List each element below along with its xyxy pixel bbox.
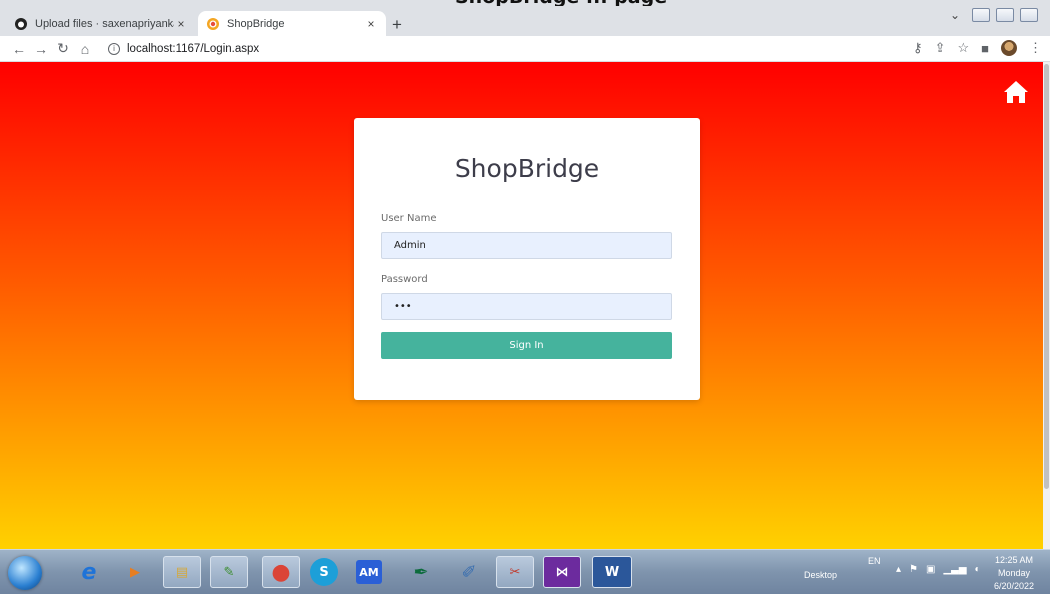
feather-app-icon[interactable]: ✒ bbox=[402, 556, 440, 588]
clock[interactable]: 12:25 AM Monday 6/20/2022 bbox=[988, 554, 1040, 593]
new-tab-button[interactable]: + bbox=[392, 15, 402, 35]
desktop-label: Desktop bbox=[804, 570, 838, 580]
url-field[interactable]: i localhost:1167/Login.aspx bbox=[108, 42, 260, 55]
flag-icon[interactable]: ▣ bbox=[926, 564, 935, 575]
clock-day: Monday bbox=[997, 568, 1031, 578]
minimize-button[interactable] bbox=[972, 8, 990, 22]
paint-icon[interactable]: ✎ bbox=[210, 556, 248, 588]
sidepanel-icon[interactable]: ■ bbox=[981, 41, 989, 56]
github-icon bbox=[14, 17, 28, 31]
file-explorer-icon[interactable]: ▤ bbox=[163, 556, 201, 588]
ie-icon[interactable]: e bbox=[70, 556, 108, 588]
language-indicator[interactable]: EN bbox=[868, 556, 881, 566]
address-bar: ← → ↻ ⌂ i localhost:1167/Login.aspx ⚷ ⇪ … bbox=[0, 36, 1050, 62]
skype-icon[interactable]: S bbox=[310, 558, 338, 586]
back-icon[interactable]: ← bbox=[8, 41, 30, 57]
username-input[interactable] bbox=[381, 232, 672, 259]
visual-studio-icon[interactable]: ⋈ bbox=[543, 556, 581, 588]
profile-avatar[interactable] bbox=[1001, 40, 1017, 56]
tray-expand-icon[interactable]: ▴ bbox=[896, 564, 901, 575]
tab-shopbridge[interactable]: ShopBridge × bbox=[198, 11, 386, 36]
clock-time: 12:25 AM bbox=[994, 555, 1034, 565]
url-text: localhost:1167/Login.aspx bbox=[127, 42, 260, 55]
network-icon[interactable]: ⚑ bbox=[909, 564, 918, 575]
bookmark-star-icon[interactable]: ☆ bbox=[957, 40, 969, 56]
tab-label: ShopBridge bbox=[227, 17, 285, 30]
am-icon[interactable]: AM bbox=[356, 560, 382, 584]
reload-icon[interactable]: ↻ bbox=[52, 40, 74, 57]
clock-date: 6/20/2022 bbox=[993, 581, 1035, 591]
chrome-icon[interactable]: ● bbox=[262, 556, 300, 588]
tab-upload-files[interactable]: Upload files · saxenapriyanka954 × bbox=[6, 11, 196, 36]
browser-tab-bar: Upload files · saxenapriyanka954 × ShopB… bbox=[0, 6, 1050, 36]
menu-icon[interactable]: ⋮ bbox=[1029, 40, 1042, 56]
app-title: ShopBridge bbox=[454, 154, 600, 183]
desktop-toolbar[interactable]: Desktop bbox=[796, 556, 852, 588]
tab-close-icon[interactable]: × bbox=[174, 17, 188, 31]
word-icon[interactable]: W bbox=[592, 556, 632, 588]
home-icon[interactable] bbox=[1003, 80, 1029, 104]
home-browser-icon[interactable]: ⌂ bbox=[74, 41, 96, 57]
password-input[interactable] bbox=[381, 293, 672, 320]
start-button[interactable] bbox=[8, 556, 42, 590]
window-controls: ⌄ bbox=[950, 8, 1038, 22]
scrollbar[interactable] bbox=[1043, 62, 1050, 549]
login-page: ShopBridge User Name Password Sign In bbox=[0, 62, 1043, 549]
snipping-icon[interactable]: ✂ bbox=[496, 556, 534, 588]
username-label: User Name bbox=[381, 213, 437, 224]
close-window-button[interactable] bbox=[1020, 8, 1038, 22]
password-label: Password bbox=[381, 274, 428, 285]
maximize-button[interactable] bbox=[996, 8, 1014, 22]
tab-label: Upload files · saxenapriyanka954 bbox=[35, 17, 174, 30]
signal-icon[interactable]: ▁▃▅ bbox=[943, 564, 966, 575]
scrollbar-thumb[interactable] bbox=[1044, 64, 1049, 489]
key-icon[interactable]: ⚷ bbox=[913, 40, 923, 56]
share-icon[interactable]: ⇪ bbox=[935, 40, 946, 56]
forward-icon[interactable]: → bbox=[30, 41, 52, 57]
login-card: ShopBridge User Name Password Sign In bbox=[354, 118, 700, 400]
media-player-icon[interactable]: ▶ bbox=[116, 556, 154, 588]
tab-search-icon[interactable]: ⌄ bbox=[950, 8, 960, 22]
chrome-favicon-icon bbox=[206, 17, 220, 31]
notepad-icon[interactable]: ✐ bbox=[450, 556, 488, 588]
taskbar: e ▶ ▤ ✎ ● S AM ✒ ✐ ✂ ⋈ W Desktop EN ▴ ⚑ … bbox=[0, 549, 1050, 594]
system-tray: ▴ ⚑ ▣ ▁▃▅ ◐ bbox=[896, 564, 981, 575]
signin-button[interactable]: Sign In bbox=[381, 332, 672, 359]
site-info-icon[interactable]: i bbox=[108, 42, 120, 55]
volume-icon[interactable]: ◐ bbox=[975, 564, 981, 575]
tab-close-icon[interactable]: × bbox=[364, 17, 378, 31]
toolbar-right: ⚷ ⇪ ☆ ■ ⋮ bbox=[913, 40, 1042, 56]
